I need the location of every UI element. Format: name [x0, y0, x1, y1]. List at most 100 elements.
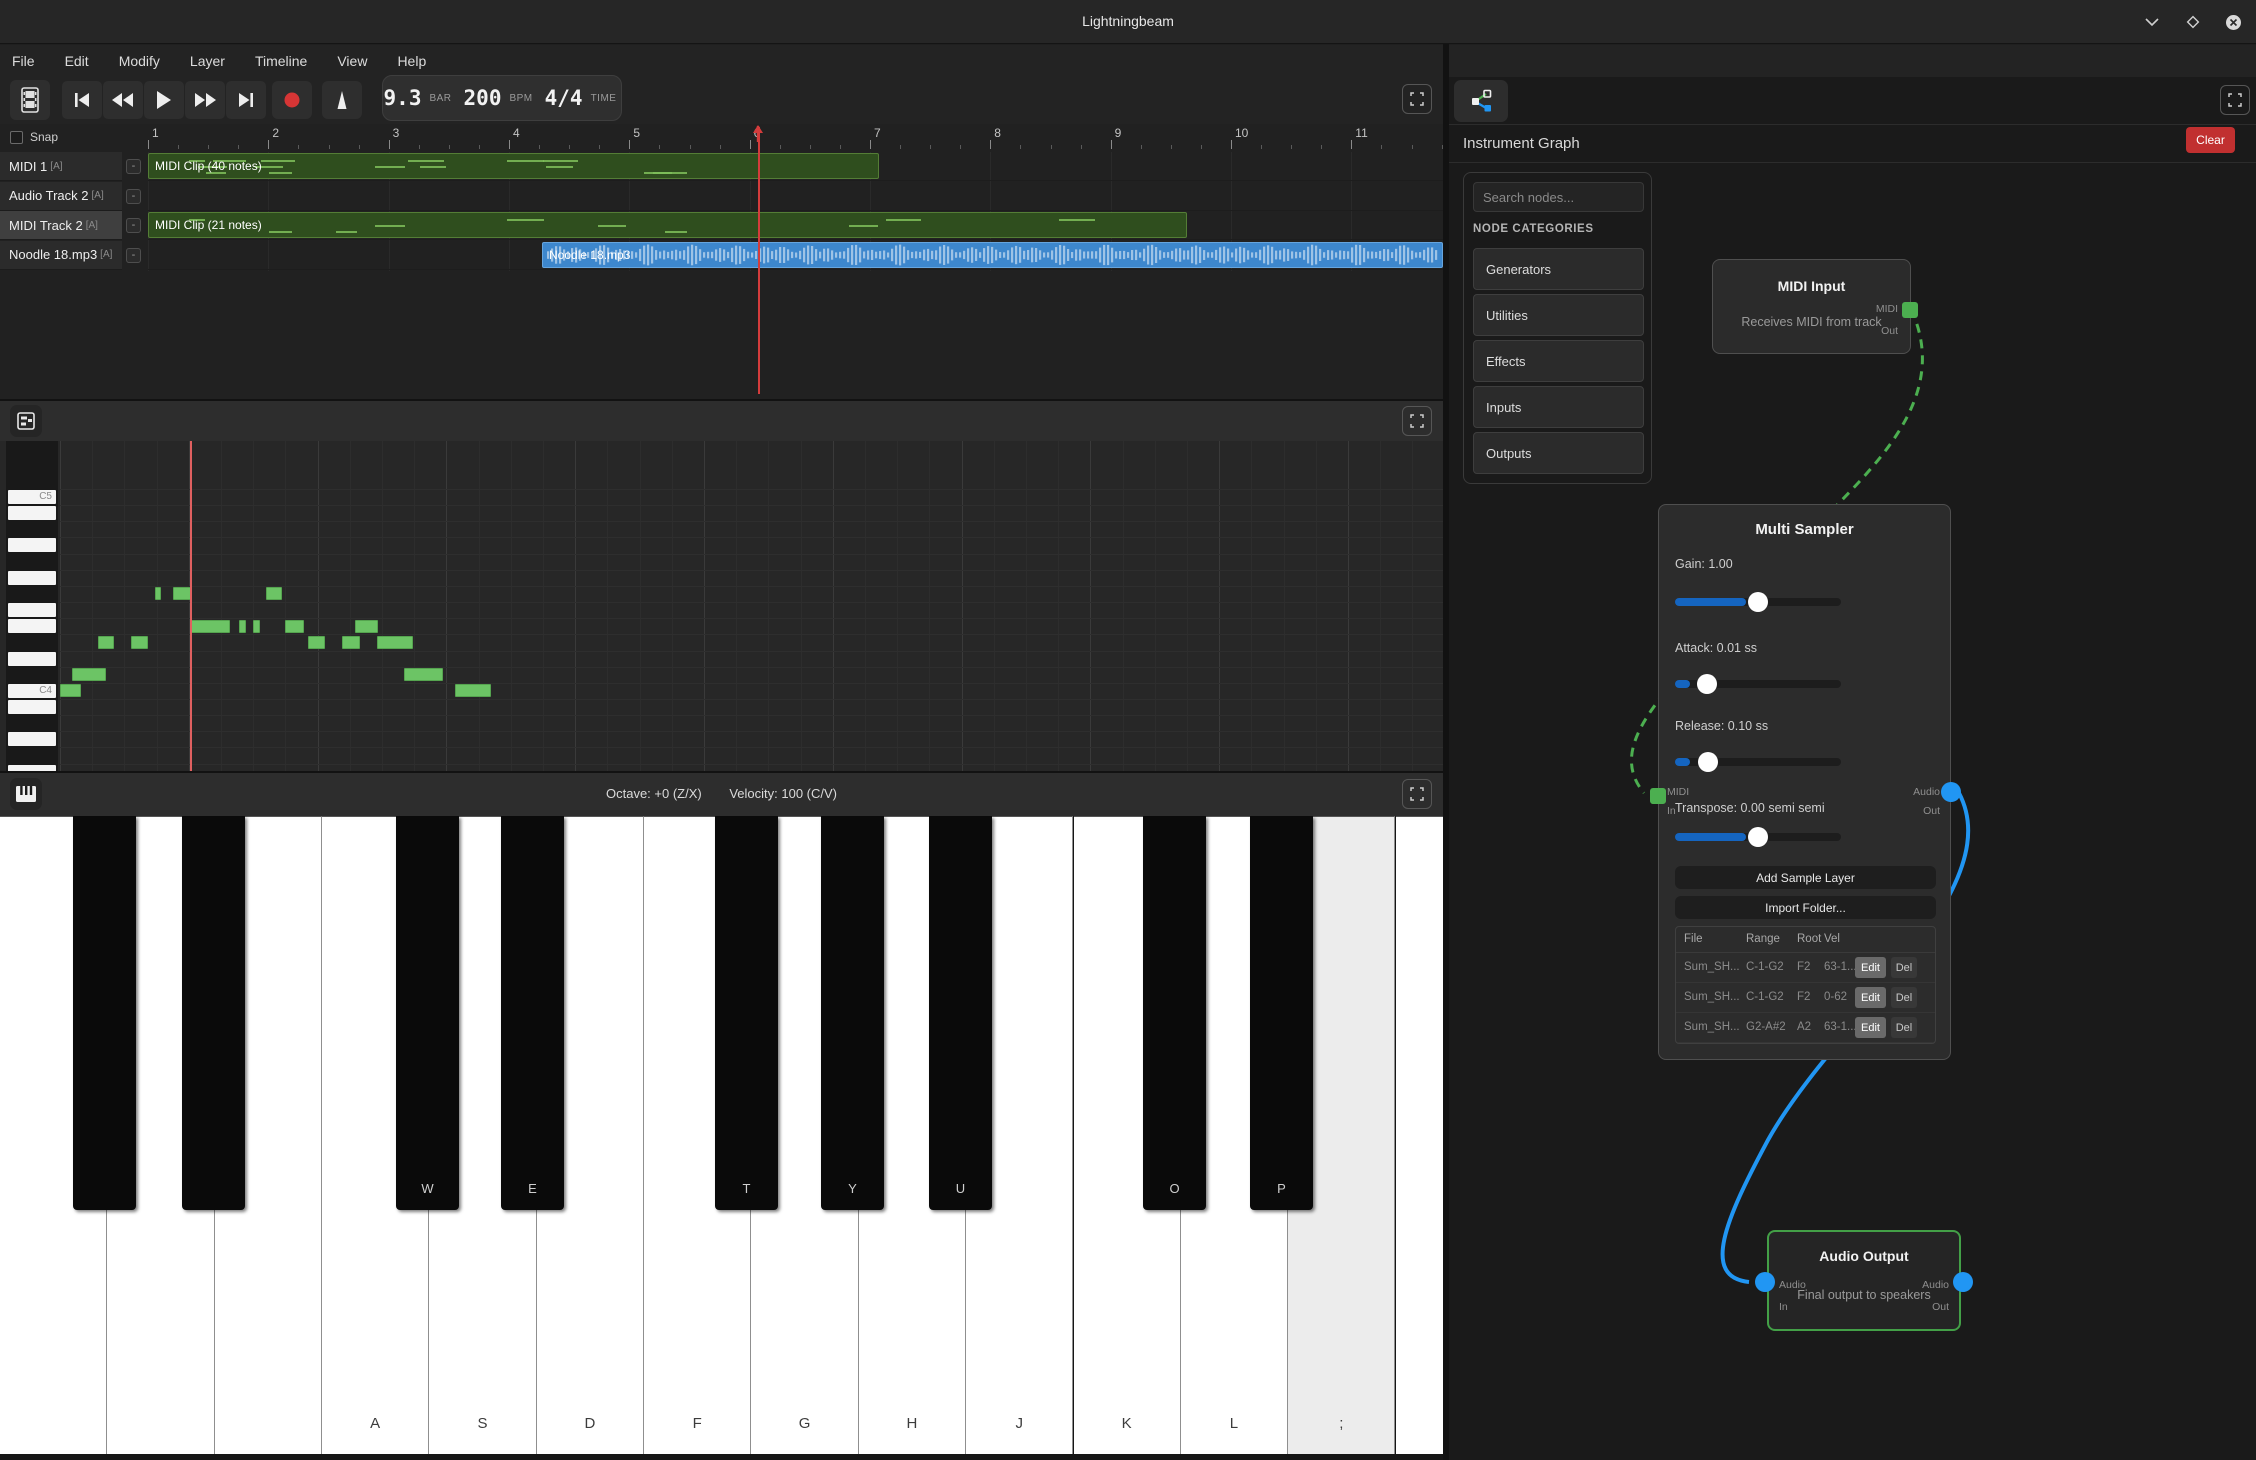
track-checkbox[interactable]: - [126, 248, 141, 263]
roll-white-key[interactable] [8, 732, 56, 746]
black-key-U[interactable]: U [929, 816, 992, 1210]
menu-item-layer[interactable]: Layer [190, 53, 225, 69]
white-key-13[interactable] [1396, 816, 1444, 1454]
virtual-keyboard[interactable]: ASDFGHJKL;WETYUOP [0, 816, 1443, 1454]
black-key-x182[interactable] [182, 816, 245, 1210]
delete-layer-button[interactable]: Del [1891, 1017, 1917, 1038]
midi-note[interactable] [342, 636, 360, 649]
play-button[interactable] [144, 81, 184, 119]
midi-note[interactable] [377, 636, 413, 649]
roll-white-key[interactable] [8, 506, 56, 520]
black-key-T[interactable]: T [715, 816, 778, 1210]
midi-note[interactable] [72, 668, 106, 681]
audio-in-port[interactable] [1755, 1272, 1775, 1292]
track-lane[interactable]: Noodle 18.mp3 [148, 241, 1443, 270]
skip-to-end-button[interactable] [226, 81, 266, 119]
audio-out-port[interactable] [1953, 1272, 1973, 1292]
timeline-fullscreen-button[interactable] [1402, 84, 1432, 114]
snap-checkbox[interactable] [10, 131, 23, 144]
black-key-Y[interactable]: Y [821, 816, 884, 1210]
midi-note[interactable] [239, 620, 246, 633]
roll-white-key[interactable] [8, 603, 56, 617]
midi-note[interactable] [455, 684, 491, 697]
track-label[interactable]: Audio Track 2[A] [0, 182, 122, 211]
clip[interactable]: MIDI Clip (40 notes) [148, 153, 879, 179]
audio-out-port[interactable] [1941, 782, 1961, 802]
add-sample-layer-button[interactable]: Add Sample Layer [1675, 866, 1936, 889]
midi-note[interactable] [190, 620, 230, 633]
track-checkbox[interactable]: - [126, 159, 141, 174]
black-key-O[interactable]: O [1143, 816, 1206, 1210]
midi-note[interactable] [253, 620, 260, 633]
piano-roll-fullscreen-button[interactable] [1402, 406, 1432, 436]
edit-layer-button[interactable]: Edit [1855, 1017, 1886, 1038]
roll-white-key[interactable] [8, 571, 56, 585]
close-button[interactable] [2221, 10, 2245, 34]
midi-note[interactable] [173, 587, 191, 600]
keyboard-fullscreen-button[interactable] [1402, 779, 1432, 809]
midi-in-port[interactable] [1650, 788, 1666, 804]
midi-note[interactable] [355, 620, 378, 633]
release-slider[interactable] [1675, 752, 1841, 772]
rewind-button[interactable] [103, 81, 143, 119]
track-lane[interactable]: MIDI Clip (40 notes) [148, 152, 1443, 181]
black-key-x73[interactable] [73, 816, 136, 1210]
clip[interactable]: MIDI Clip (21 notes) [148, 212, 1187, 238]
transport-display[interactable]: 9.3 BAR 200 BPM 4/4 TIME [382, 75, 622, 121]
node-midi-input[interactable]: MIDI Input Receives MIDI from track MIDI… [1712, 259, 1911, 354]
menu-item-help[interactable]: Help [397, 53, 426, 69]
roll-white-key[interactable]: C4 [8, 684, 56, 698]
midi-note[interactable] [98, 636, 114, 649]
track-lane[interactable]: MIDI Clip (21 notes) [148, 211, 1443, 240]
menu-item-file[interactable]: File [12, 53, 35, 69]
track-checkbox[interactable]: - [126, 189, 141, 204]
delete-layer-button[interactable]: Del [1891, 957, 1917, 978]
skip-to-start-button[interactable] [62, 81, 102, 119]
menu-item-modify[interactable]: Modify [119, 53, 160, 69]
black-key-W[interactable]: W [396, 816, 459, 1210]
black-key-E[interactable]: E [501, 816, 564, 1210]
node-audio-output[interactable]: Audio Output Audio In Final output to sp… [1767, 1230, 1961, 1331]
maximize-button[interactable] [2181, 10, 2205, 34]
midi-note[interactable] [404, 668, 443, 681]
piano-roll-mode-button[interactable] [10, 405, 42, 437]
midi-note[interactable] [285, 620, 304, 633]
fast-forward-button[interactable] [185, 81, 225, 119]
roll-white-key[interactable] [8, 619, 56, 633]
import-folder-button[interactable]: Import Folder... [1675, 896, 1936, 919]
roll-white-key[interactable]: C5 [8, 490, 56, 504]
edit-layer-button[interactable]: Edit [1855, 987, 1886, 1008]
metronome-button[interactable] [322, 81, 362, 119]
track-label[interactable]: MIDI 1[A] [0, 152, 122, 181]
midi-note[interactable] [155, 587, 161, 600]
transpose-slider[interactable] [1675, 827, 1841, 847]
track-label[interactable]: MIDI Track 2[A] [0, 211, 122, 240]
black-key-P[interactable]: P [1250, 816, 1313, 1210]
gain-slider[interactable] [1675, 592, 1841, 612]
timeline-mode-button[interactable] [10, 80, 50, 120]
piano-roll-keys[interactable]: C5 C4 [6, 441, 58, 771]
roll-white-key[interactable] [8, 700, 56, 714]
piano-roll-grid[interactable]: C5 C4 [0, 441, 1443, 771]
edit-layer-button[interactable]: Edit [1855, 957, 1886, 978]
delete-layer-button[interactable]: Del [1891, 987, 1917, 1008]
timeline-playhead[interactable] [758, 127, 760, 394]
menu-item-edit[interactable]: Edit [65, 53, 89, 69]
clip[interactable]: Noodle 18.mp3 [542, 242, 1443, 268]
track-label[interactable]: Noodle 18.mp3[A] [0, 241, 122, 270]
piano-roll-playhead[interactable] [190, 441, 192, 771]
attack-slider[interactable] [1675, 674, 1841, 694]
track-checkbox[interactable]: - [126, 218, 141, 233]
midi-note[interactable] [308, 636, 325, 649]
roll-white-key[interactable] [8, 538, 56, 552]
midi-out-port[interactable] [1902, 302, 1918, 318]
midi-note[interactable] [266, 587, 282, 600]
minimize-button[interactable] [2140, 10, 2164, 34]
node-multi-sampler[interactable]: Multi Sampler Gain: 1.00 Attack: 0.01 ss… [1658, 504, 1951, 1060]
record-button[interactable] [272, 81, 312, 119]
menu-item-timeline[interactable]: Timeline [255, 53, 307, 69]
roll-white-key[interactable] [8, 652, 56, 666]
midi-note[interactable] [131, 636, 148, 649]
menu-item-view[interactable]: View [337, 53, 367, 69]
midi-note[interactable] [60, 684, 81, 697]
